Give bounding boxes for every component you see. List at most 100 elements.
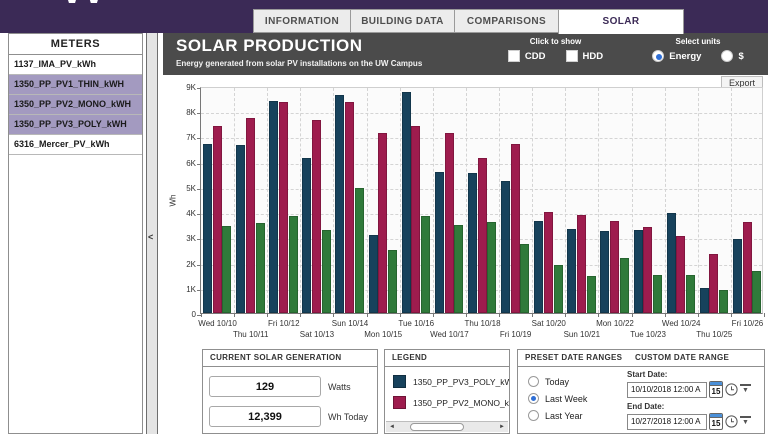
bar-1350-pp-pv2-mono-kwh[interactable]	[213, 126, 222, 313]
radio-item-[interactable]: $	[721, 50, 743, 62]
bar-1350-pp-pv2-mono-kwh[interactable]	[709, 254, 718, 313]
generation-value-field[interactable]: 129	[209, 376, 321, 397]
scroll-left-arrow-icon[interactable]: ◄	[386, 424, 398, 430]
bar-1350-pp-pv3-poly-kwh[interactable]	[534, 221, 543, 313]
checkbox-item-cdd[interactable]: CDD	[508, 50, 546, 62]
x-tick-label: Tue 10/16	[388, 319, 444, 328]
bar-1350-pp-pv2-mono-kwh[interactable]	[279, 102, 288, 313]
bar-1350-pp-pv2-mono-kwh[interactable]	[643, 227, 652, 313]
bar-1350-pp-pv2-mono-kwh[interactable]	[445, 133, 454, 313]
checkbox-hdd-icon[interactable]	[566, 50, 578, 62]
radio-energy-icon[interactable]	[652, 50, 664, 62]
x-tick-label: Sat 10/20	[521, 319, 577, 328]
bar-1350-pp-pv2-mono-kwh[interactable]	[345, 102, 354, 313]
bar-1350-pp-pv1-thin-kwh[interactable]	[620, 258, 629, 313]
bar-1350-pp-pv3-poly-kwh[interactable]	[335, 95, 344, 313]
gridline-vertical	[267, 88, 268, 313]
legend-scrollbar[interactable]: ◄ ►	[386, 421, 508, 432]
bar-1350-pp-pv2-mono-kwh[interactable]	[577, 215, 586, 313]
bar-1350-pp-pv2-mono-kwh[interactable]	[478, 158, 487, 313]
bar-1350-pp-pv2-mono-kwh[interactable]	[544, 212, 553, 313]
bar-1350-pp-pv2-mono-kwh[interactable]	[411, 126, 420, 313]
bar-1350-pp-pv2-mono-kwh[interactable]	[312, 120, 321, 313]
tab-solar[interactable]: SOLAR	[558, 9, 684, 34]
bar-1350-pp-pv1-thin-kwh[interactable]	[355, 188, 364, 313]
bar-1350-pp-pv1-thin-kwh[interactable]	[487, 222, 496, 313]
sidebar-item-6316-mercer-pv-kwh[interactable]: 6316_Mercer_PV_kWh	[9, 135, 142, 155]
legend-scrollbar-track[interactable]	[398, 422, 496, 432]
scroll-right-arrow-icon[interactable]: ►	[496, 424, 508, 430]
y-tick-label: 5K	[170, 184, 196, 193]
page-title: SOLAR PRODUCTION	[176, 36, 363, 56]
sidebar-item-1350-pp-pv2-mono-kwh[interactable]: 1350_PP_PV2_MONO_kWH	[9, 95, 142, 115]
bar-1350-pp-pv2-mono-kwh[interactable]	[511, 144, 520, 313]
bar-1350-pp-pv3-poly-kwh[interactable]	[402, 92, 411, 313]
bar-1350-pp-pv1-thin-kwh[interactable]	[719, 290, 728, 313]
degree-day-checkbox-row: CDD HDD	[493, 50, 618, 62]
bar-1350-pp-pv3-poly-kwh[interactable]	[269, 101, 278, 313]
checkbox-item-hdd[interactable]: HDD	[566, 50, 604, 62]
radio-last-week-icon[interactable]	[528, 393, 539, 404]
bar-1350-pp-pv3-poly-kwh[interactable]	[733, 239, 742, 313]
bar-1350-pp-pv3-poly-kwh[interactable]	[468, 173, 477, 313]
radio-item-last-year[interactable]: Last Year	[528, 410, 587, 421]
bar-1350-pp-pv1-thin-kwh[interactable]	[289, 216, 298, 313]
bar-1350-pp-pv1-thin-kwh[interactable]	[322, 230, 331, 313]
calendar-icon[interactable]: 15	[709, 413, 723, 430]
generation-unit-label: Wh Today	[328, 412, 368, 422]
bar-1350-pp-pv1-thin-kwh[interactable]	[454, 225, 463, 313]
bar-1350-pp-pv2-mono-kwh[interactable]	[743, 222, 752, 313]
generation-value-field[interactable]: 12,399	[209, 406, 321, 427]
gridline-vertical	[300, 88, 301, 313]
gridline-vertical	[632, 88, 633, 313]
bar-1350-pp-pv1-thin-kwh[interactable]	[653, 275, 662, 313]
tab-building-data[interactable]: BUILDING DATA	[350, 9, 454, 33]
radio-last-year-icon[interactable]	[528, 410, 539, 421]
bar-1350-pp-pv2-mono-kwh[interactable]	[676, 236, 685, 313]
radio--icon[interactable]	[721, 50, 733, 62]
bar-1350-pp-pv1-thin-kwh[interactable]	[554, 265, 563, 313]
bar-1350-pp-pv1-thin-kwh[interactable]	[587, 276, 596, 313]
bar-1350-pp-pv3-poly-kwh[interactable]	[203, 144, 212, 313]
sidebar-item-1350-pp-pv1-thin-kwh[interactable]: 1350_PP_PV1_THIN_kWH	[9, 75, 142, 95]
end-date-input[interactable]: 10/27/2018 12:00 A	[627, 414, 707, 430]
radio-item-energy[interactable]: Energy	[652, 50, 701, 62]
sidebar-item-1350-pp-pv3-poly-kwh[interactable]: 1350_PP_PV3_POLY_kWH	[9, 115, 142, 135]
bar-1350-pp-pv3-poly-kwh[interactable]	[302, 158, 311, 313]
clock-icon[interactable]	[725, 415, 738, 428]
bar-1350-pp-pv1-thin-kwh[interactable]	[222, 226, 231, 313]
bar-1350-pp-pv1-thin-kwh[interactable]	[256, 223, 265, 313]
bar-1350-pp-pv3-poly-kwh[interactable]	[435, 172, 444, 313]
calendar-icon[interactable]: 15	[709, 381, 723, 398]
bar-1350-pp-pv3-poly-kwh[interactable]	[567, 229, 576, 313]
legend-scrollbar-thumb[interactable]	[410, 423, 464, 431]
bar-1350-pp-pv2-mono-kwh[interactable]	[378, 133, 387, 313]
bar-1350-pp-pv3-poly-kwh[interactable]	[501, 181, 510, 313]
chevron-left-icon[interactable]: <	[148, 232, 153, 242]
bar-1350-pp-pv1-thin-kwh[interactable]	[421, 216, 430, 313]
bar-1350-pp-pv3-poly-kwh[interactable]	[700, 288, 709, 313]
bar-1350-pp-pv3-poly-kwh[interactable]	[634, 230, 643, 313]
sidebar-item-1137-ima-pv-kwh[interactable]: 1137_IMA_PV_kWh	[9, 55, 142, 75]
bar-1350-pp-pv1-thin-kwh[interactable]	[752, 271, 761, 313]
bar-1350-pp-pv1-thin-kwh[interactable]	[686, 275, 695, 313]
checkbox-cdd-icon[interactable]	[508, 50, 520, 62]
bar-1350-pp-pv3-poly-kwh[interactable]	[600, 231, 609, 313]
dropdown-icon[interactable]: ▼	[740, 416, 751, 428]
bar-1350-pp-pv2-mono-kwh[interactable]	[610, 221, 619, 313]
radio-item-today[interactable]: Today	[528, 376, 587, 387]
bar-1350-pp-pv2-mono-kwh[interactable]	[246, 118, 255, 313]
bar-1350-pp-pv1-thin-kwh[interactable]	[520, 244, 529, 313]
bar-1350-pp-pv1-thin-kwh[interactable]	[388, 250, 397, 313]
tab-information[interactable]: INFORMATION	[253, 9, 350, 33]
sidebar-collapse-handle[interactable]: <	[146, 33, 158, 434]
bar-1350-pp-pv3-poly-kwh[interactable]	[667, 213, 676, 313]
tab-comparisons[interactable]: COMPARISONS	[454, 9, 558, 33]
dropdown-icon[interactable]: ▼	[740, 384, 751, 396]
radio-item-last-week[interactable]: Last Week	[528, 393, 587, 404]
bar-1350-pp-pv3-poly-kwh[interactable]	[369, 235, 378, 313]
clock-icon[interactable]	[725, 383, 738, 396]
start-date-input[interactable]: 10/10/2018 12:00 A	[627, 382, 707, 398]
radio-today-icon[interactable]	[528, 376, 539, 387]
bar-1350-pp-pv3-poly-kwh[interactable]	[236, 145, 245, 313]
